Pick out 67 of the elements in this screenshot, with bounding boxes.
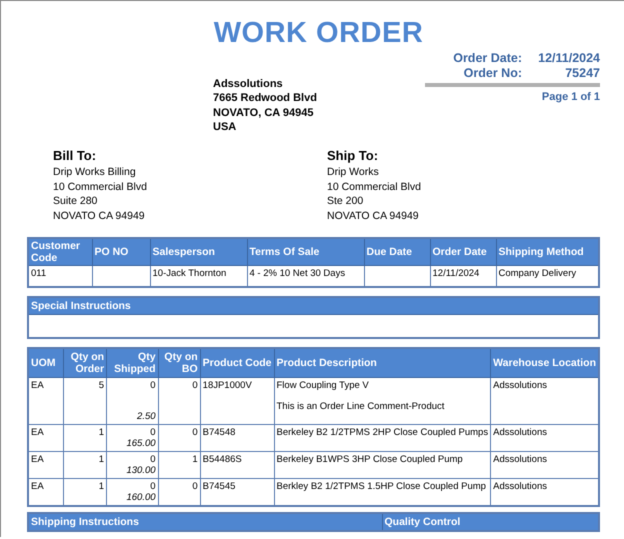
table-cell: B74548 (200, 424, 274, 452)
table-cell: EA (28, 452, 64, 479)
table-cell: 5 (63, 378, 107, 425)
column-header: PO NO (92, 238, 150, 266)
unit-price: 160.00 (126, 492, 156, 504)
order-info-value: 12/11/2024 (537, 51, 600, 66)
company-address-line: Adssolutions (213, 77, 284, 92)
table-cell: 0 (158, 424, 200, 452)
table-cell: 0 (158, 378, 200, 425)
table-cell: 0 (150, 454, 156, 466)
table-cell: 4 - 2% 10 Net 30 Days (247, 266, 364, 288)
section-header: Special Instructions (28, 297, 599, 315)
page-number: Page 1 of 1 (542, 91, 600, 103)
table-cell: 1 (158, 452, 200, 479)
order-info-label: Order No: (462, 66, 522, 80)
table-cell: 0 (150, 481, 156, 492)
table-cell: EA (28, 424, 64, 452)
product-description: Berkeley B2 1/2TPMS 2HP Close Coupled Pumps (276, 427, 488, 438)
address-line: Suite 280 (53, 194, 98, 209)
unit-price: 130.00 (126, 465, 156, 476)
column-header: Due Date (364, 238, 430, 266)
column-header: Qty on BO (158, 348, 200, 378)
column-header: Salesperson (150, 238, 247, 266)
column-header: Shipping Method (496, 238, 599, 266)
address-line: Drip Works (327, 165, 380, 180)
column-header: Product Description (274, 348, 491, 378)
address-line: Ste 200 (327, 194, 364, 209)
table-cell: 12/11/2024 (430, 266, 496, 288)
company-address-line: USA (213, 120, 238, 135)
order-info-label: Order Date: (452, 51, 522, 66)
address-line: 10 Commercial Blvd (327, 180, 422, 194)
line-comment: This is an Order Line Comment-Product (276, 401, 444, 412)
column-header: Order Date (430, 238, 496, 266)
table-cell: 0 (150, 380, 156, 392)
section-header: Quality Control (382, 513, 599, 532)
address-heading: Bill To: (53, 148, 98, 164)
address-line: NOVATO CA 94949 (327, 208, 420, 224)
product-description: Berkeley B1WPS 3HP Close Coupled Pump (276, 454, 463, 466)
product-description: Flow Coupling Type V (276, 380, 369, 392)
address-line: NOVATO CA 94949 (53, 208, 146, 224)
unit-price: 165.00 (126, 438, 156, 450)
address-line: Drip Works Billing (53, 165, 137, 180)
column-header: UOM (28, 348, 64, 378)
order-info-value: 75247 (564, 66, 600, 80)
company-address-line: NOVATO, CA 94945 (213, 106, 314, 120)
table-cell: EA (28, 378, 64, 425)
column-header: Product Code (200, 348, 274, 378)
document-title: WORK ORDER (212, 16, 424, 51)
table-cell: B74545 (200, 478, 274, 506)
table-cell: 1 (63, 424, 107, 452)
table-cell: 10-Jack Thornton (150, 266, 247, 288)
section-header: Shipping Instructions (28, 513, 382, 532)
column-header: Qty on Order (63, 348, 107, 378)
column-header: Qty Shipped (106, 348, 158, 378)
table-cell: 18JP1000V (200, 378, 274, 425)
table-cell: 011 (28, 266, 92, 288)
table-cell: 0 (150, 427, 156, 438)
product-description: Berkley B2 1/2TPMS 1.5HP Close Coupled Pump (276, 481, 486, 492)
table-cell: 1 (63, 452, 107, 479)
table-cell: B54486S (200, 452, 274, 479)
column-header: Terms Of Sale (247, 238, 364, 266)
column-header: Warehouse Location (490, 348, 599, 378)
company-address-line: 7665 Redwood Blvd (213, 91, 318, 106)
column-header: Customer Code (28, 238, 92, 266)
unit-price: 2.50 (137, 411, 156, 422)
address-heading: Ship To: (327, 148, 380, 164)
address-line: 10 Commercial Blvd (53, 180, 148, 194)
